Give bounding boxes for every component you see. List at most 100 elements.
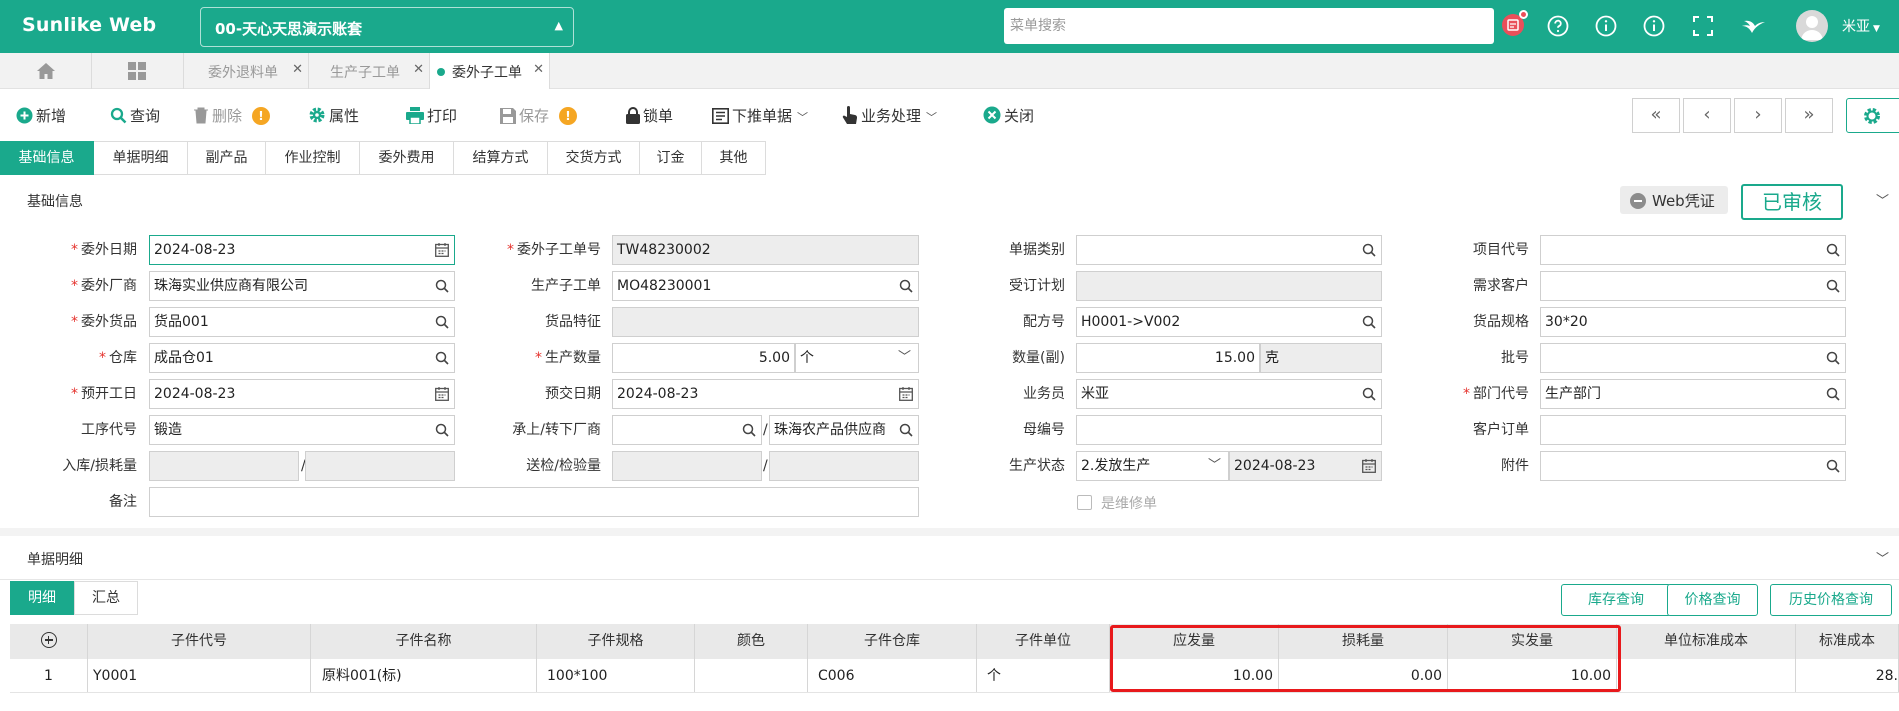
delete-button[interactable]: 删除!: [193, 105, 271, 126]
tab-by-products[interactable]: 副产品: [188, 141, 266, 175]
color-cell[interactable]: [695, 659, 808, 692]
next-record-button[interactable]: ›: [1734, 98, 1782, 133]
production-unit-select[interactable]: 个 ﹀: [795, 343, 919, 373]
tab-summary[interactable]: 汇总: [74, 581, 138, 615]
goods-spec-field[interactable]: 30*20: [1540, 307, 1846, 337]
add-row-button[interactable]: [10, 624, 88, 659]
price-query-button[interactable]: 价格查询: [1667, 584, 1758, 616]
column-header[interactable]: 子件规格: [537, 624, 695, 659]
component-unit-cell[interactable]: 个: [977, 659, 1110, 692]
production-qty-field[interactable]: 5.00: [612, 343, 795, 373]
department-code-field[interactable]: 生产部门: [1540, 379, 1846, 409]
tab-outsource-fees[interactable]: 委外费用: [360, 141, 454, 175]
history-price-query-button[interactable]: 历史价格查询: [1770, 584, 1892, 616]
chevron-down-icon[interactable]: ﹀: [1876, 548, 1889, 567]
column-header[interactable]: 实发量: [1448, 624, 1617, 659]
column-header[interactable]: 子件名称: [311, 624, 537, 659]
tab-basic-info[interactable]: 基础信息: [0, 141, 94, 175]
component-warehouse-cell[interactable]: C006: [808, 659, 977, 692]
component-spec-cell[interactable]: 100*100: [537, 659, 695, 692]
tab-outsource-return[interactable]: 委外退料单 ✕: [185, 53, 309, 89]
column-header[interactable]: 子件代号: [88, 624, 311, 659]
account-selector[interactable]: 00-天心天思演示账套 ▲: [200, 7, 574, 47]
batch-no-field[interactable]: [1540, 343, 1846, 373]
column-header[interactable]: 损耗量: [1279, 624, 1448, 659]
demand-customer-field[interactable]: [1540, 271, 1846, 301]
query-button[interactable]: 查询: [110, 105, 160, 126]
process-code-field[interactable]: 锻造: [149, 415, 455, 445]
production-status-select[interactable]: 2.发放生产 ﹀: [1076, 451, 1229, 481]
component-name-cell[interactable]: 原料001(标): [311, 659, 537, 692]
table-row[interactable]: 1 Y0001 原料001(标) 100*100 C006 个 10.00 0.…: [10, 659, 1899, 693]
print-button[interactable]: 打印: [406, 105, 457, 126]
inventory-query-button[interactable]: 库存查询: [1561, 584, 1671, 616]
close-icon[interactable]: ✕: [413, 62, 424, 77]
home-tab[interactable]: [0, 53, 92, 89]
tab-settlement[interactable]: 结算方式: [454, 141, 548, 175]
due-qty-cell[interactable]: 10.00: [1110, 659, 1279, 692]
planned-delivery-field[interactable]: 2024-08-23: [612, 379, 919, 409]
column-header[interactable]: 颜色: [695, 624, 808, 659]
tab-other[interactable]: 其他: [702, 141, 766, 175]
document-category-field[interactable]: [1076, 235, 1382, 265]
new-button[interactable]: 新增: [16, 105, 66, 126]
business-process-button[interactable]: 业务处理 ﹀: [842, 105, 937, 126]
column-header[interactable]: 应发量: [1110, 624, 1279, 659]
actual-qty-cell[interactable]: 10.00: [1448, 659, 1617, 692]
repair-order-checkbox[interactable]: [1077, 495, 1092, 510]
tab-document-details[interactable]: 单据明细: [94, 141, 188, 175]
properties-button[interactable]: 属性: [308, 105, 359, 126]
column-header[interactable]: 单位标准成本: [1617, 624, 1796, 659]
prev-vendor-field[interactable]: [612, 415, 762, 445]
avatar[interactable]: [1796, 10, 1828, 42]
tab-production-suborder[interactable]: 生产子工单 ✕: [309, 53, 430, 89]
tab-deposit[interactable]: 订金: [640, 141, 702, 175]
menu-search-input[interactable]: [1004, 8, 1494, 44]
column-header[interactable]: 子件单位: [977, 624, 1110, 659]
production-suborder-field[interactable]: MO48230001: [612, 271, 919, 301]
outsource-vendor-field[interactable]: 珠海实业供应商有限公司: [149, 271, 455, 301]
close-icon[interactable]: ✕: [533, 62, 544, 77]
formula-no-field[interactable]: H0001->V002: [1076, 307, 1382, 337]
warehouse-field[interactable]: 成品仓01: [149, 343, 455, 373]
web-voucher-button[interactable]: Web凭证: [1620, 186, 1728, 214]
info-icon[interactable]: [1594, 14, 1618, 38]
close-icon[interactable]: ✕: [292, 62, 303, 77]
save-button[interactable]: 保存!: [500, 105, 578, 126]
about-icon[interactable]: [1642, 14, 1666, 38]
tab-operation-control[interactable]: 作业控制: [266, 141, 360, 175]
standard-cost-cell[interactable]: 28.: [1796, 659, 1899, 692]
close-button[interactable]: 关闭: [983, 105, 1034, 126]
attachment-field[interactable]: [1540, 451, 1846, 481]
apps-tab[interactable]: [92, 53, 184, 89]
tab-detail[interactable]: 明细: [10, 581, 74, 615]
remarks-field[interactable]: [149, 487, 919, 517]
bird-icon[interactable]: [1740, 14, 1765, 38]
tab-delivery[interactable]: 交货方式: [548, 141, 640, 175]
fullscreen-icon[interactable]: [1691, 14, 1715, 38]
outsource-date-field[interactable]: 2024-08-23: [149, 235, 455, 265]
customer-order-field[interactable]: [1540, 415, 1846, 445]
column-header[interactable]: 标准成本: [1796, 624, 1899, 659]
planned-start-field[interactable]: 2024-08-23: [149, 379, 455, 409]
project-code-field[interactable]: [1540, 235, 1846, 265]
tab-outsource-suborder[interactable]: 委外子工单 ✕: [430, 53, 550, 89]
last-record-button[interactable]: »: [1785, 98, 1833, 133]
lock-button[interactable]: 锁单: [626, 105, 673, 126]
salesperson-field[interactable]: 米亚: [1076, 379, 1382, 409]
chevron-down-icon[interactable]: ﹀: [1876, 190, 1889, 209]
settings-button[interactable]: [1846, 98, 1899, 133]
column-header[interactable]: 子件仓库: [808, 624, 977, 659]
next-vendor-field[interactable]: 珠海农产品供应商: [769, 415, 919, 445]
loss-qty-cell[interactable]: 0.00: [1279, 659, 1448, 692]
message-icon[interactable]: [1502, 10, 1528, 36]
outsource-goods-field[interactable]: 货品001: [149, 307, 455, 337]
first-record-button[interactable]: «: [1632, 98, 1680, 133]
parent-no-field[interactable]: [1076, 415, 1382, 445]
help-icon[interactable]: [1546, 14, 1570, 38]
user-menu[interactable]: 米亚 ▼: [1842, 16, 1880, 36]
component-code-cell[interactable]: Y0001: [88, 659, 311, 692]
unit-standard-cost-cell[interactable]: [1617, 659, 1796, 692]
push-document-button[interactable]: 下推单据 ﹀: [712, 105, 808, 126]
secondary-qty-field[interactable]: 15.00: [1076, 343, 1260, 373]
